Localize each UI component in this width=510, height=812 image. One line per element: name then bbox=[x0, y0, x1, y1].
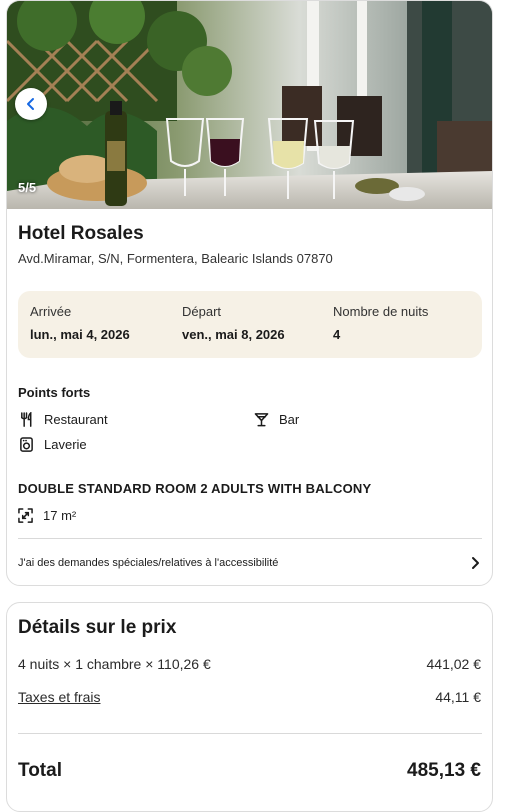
checkin-block: Arrivée lun., mai 4, 2026 bbox=[30, 304, 130, 342]
divider bbox=[18, 733, 482, 734]
chevron-left-icon bbox=[27, 98, 34, 110]
bar-icon bbox=[254, 413, 269, 427]
highlights-title: Points forts bbox=[18, 385, 91, 400]
restaurant-terrace-image bbox=[7, 1, 492, 209]
total-row: Total 485,13 € bbox=[18, 760, 481, 782]
hotel-name: Hotel Rosales bbox=[18, 223, 144, 244]
checkin-label: Arrivée bbox=[30, 304, 72, 319]
checkout-block: Départ ven., mai 8, 2026 bbox=[182, 304, 285, 342]
nightly-rate-value: 441,02 € bbox=[426, 656, 482, 672]
restaurant-icon bbox=[21, 412, 32, 427]
price-details-card: Détails sur le prix 4 nuits × 1 chambre … bbox=[6, 602, 493, 812]
room-size-icon bbox=[18, 508, 33, 523]
laundry-icon bbox=[20, 437, 33, 452]
special-requests-link[interactable]: J'ai des demandes spéciales/relatives à … bbox=[18, 549, 482, 577]
previous-photo-button[interactable] bbox=[15, 88, 47, 120]
divider bbox=[18, 538, 482, 539]
taxes-and-fees-link[interactable]: Taxes et frais bbox=[18, 689, 100, 705]
amenity-restaurant: Restaurant bbox=[19, 412, 108, 427]
price-details-title: Détails sur le prix bbox=[18, 617, 177, 638]
nightly-rate-label: 4 nuits × 1 chambre × 110,26 € bbox=[18, 656, 211, 672]
amenity-laundry: Laverie bbox=[19, 437, 87, 452]
special-requests-label: J'ai des demandes spéciales/relatives à … bbox=[18, 557, 279, 569]
stay-dates-panel: Arrivée lun., mai 4, 2026 Départ ven., m… bbox=[18, 291, 482, 358]
hotel-photo[interactable]: 5/5 bbox=[7, 1, 492, 209]
hotel-address: Avd.Miramar, S/N, Formentera, Balearic I… bbox=[18, 251, 333, 266]
room-size-value: 17 m² bbox=[43, 508, 77, 523]
amenity-label: Restaurant bbox=[44, 412, 108, 427]
taxes-row: Taxes et frais 44,11 € bbox=[18, 689, 481, 705]
checkin-value: lun., mai 4, 2026 bbox=[30, 327, 130, 342]
amenity-label: Laverie bbox=[44, 437, 87, 452]
nights-label: Nombre de nuits bbox=[333, 304, 429, 319]
checkout-label: Départ bbox=[182, 304, 222, 319]
hotel-summary-card: 5/5 Hotel Rosales Avd.Miramar, S/N, Form… bbox=[6, 0, 493, 586]
chevron-right-icon bbox=[472, 557, 479, 569]
amenity-bar: Bar bbox=[254, 412, 299, 427]
room-type-name: DOUBLE STANDARD ROOM 2 ADULTS WITH BALCO… bbox=[18, 481, 372, 496]
room-size: 17 m² bbox=[18, 508, 76, 523]
amenity-label: Bar bbox=[279, 412, 300, 427]
nights-value: 4 bbox=[333, 327, 341, 342]
total-label: Total bbox=[18, 760, 62, 781]
nights-block: Nombre de nuits 4 bbox=[333, 304, 428, 342]
photo-counter: 5/5 bbox=[18, 180, 37, 195]
checkout-value: ven., mai 8, 2026 bbox=[182, 327, 285, 342]
total-value: 485,13 € bbox=[407, 760, 481, 781]
nightly-rate-row: 4 nuits × 1 chambre × 110,26 € 441,02 € bbox=[18, 656, 481, 672]
taxes-value: 44,11 € bbox=[435, 689, 481, 705]
